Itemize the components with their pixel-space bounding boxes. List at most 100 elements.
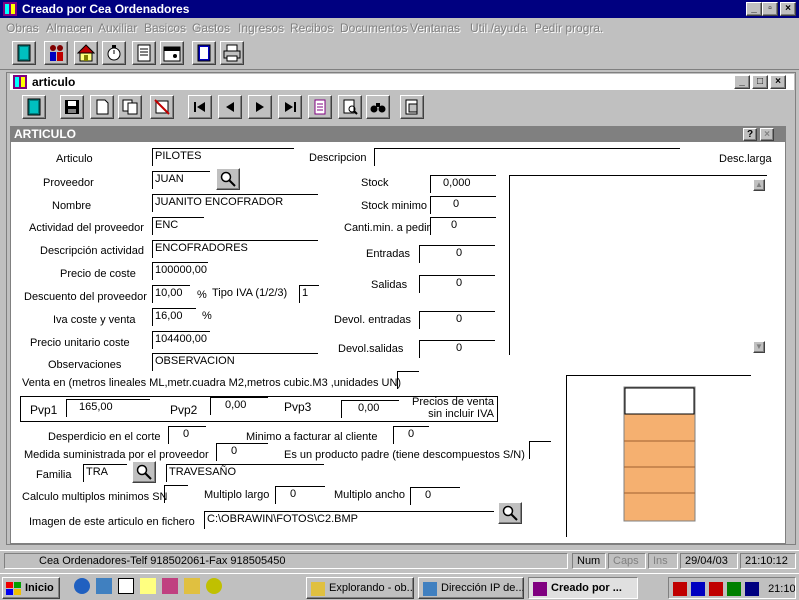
form-close-button[interactable]: ×: [760, 128, 774, 141]
restore-button[interactable]: ▫: [762, 2, 778, 16]
tools-icon[interactable]: [162, 578, 178, 594]
minimize-button[interactable]: _: [746, 2, 762, 16]
preview-icon[interactable]: [338, 95, 362, 119]
pvp1-field[interactable]: 165,00: [66, 399, 150, 417]
imagen-field[interactable]: C:\OBRAWIN\FOTOS\C2.BMP: [204, 511, 494, 529]
child-minimize-button[interactable]: _: [734, 75, 750, 89]
task-direccion-ip[interactable]: Dirección IP de...: [418, 577, 524, 599]
proveedor-field[interactable]: JUAN: [152, 171, 210, 189]
familia-search-button[interactable]: [132, 461, 156, 483]
devol-entradas-field[interactable]: 0: [419, 311, 495, 329]
multiplo-ancho-field[interactable]: 0: [410, 487, 460, 505]
menu-basicos[interactable]: Basicos: [144, 21, 186, 35]
exit-door-icon[interactable]: [22, 95, 46, 119]
cd-icon[interactable]: [206, 578, 222, 594]
menu-ventanas[interactable]: Ventanas: [410, 21, 460, 35]
pvp3-field[interactable]: 0,00: [341, 400, 399, 418]
exit-door-icon[interactable]: [12, 41, 36, 65]
binoculars-icon[interactable]: [366, 95, 390, 119]
pvp2-field[interactable]: 0,00: [210, 397, 268, 415]
child-close-button[interactable]: ×: [770, 75, 786, 89]
printer-icon[interactable]: [220, 41, 244, 65]
task-creado-por[interactable]: Creado por ...: [528, 577, 638, 599]
nombre-label: Nombre: [52, 200, 92, 212]
book-icon[interactable]: [192, 41, 216, 65]
descripcion-field[interactable]: [374, 148, 680, 166]
devol-salidas-field[interactable]: 0: [419, 340, 495, 358]
desktop-icon[interactable]: [96, 578, 112, 594]
precio-unitario-field[interactable]: 104400,00: [152, 331, 210, 349]
descuento-pct-label: %: [197, 289, 207, 301]
child-app-icon[interactable]: [13, 75, 27, 89]
venta-en-field[interactable]: [397, 371, 419, 389]
scroll-up-icon[interactable]: ▲: [753, 179, 765, 191]
tray-icons[interactable]: [673, 582, 759, 596]
articulo-field[interactable]: PILOTES: [152, 148, 294, 166]
salidas-label: Salidas: [371, 279, 408, 291]
notepad-icon[interactable]: [118, 578, 134, 594]
form-title: ARTICULO: [14, 127, 76, 141]
multiplo-largo-field[interactable]: 0: [275, 486, 325, 504]
pen-icon[interactable]: [140, 578, 156, 594]
minimo-facturar-field[interactable]: 0: [393, 426, 429, 444]
proveedor-search-button[interactable]: [216, 168, 240, 190]
task-explorando[interactable]: Explorando - ob...: [306, 577, 414, 599]
report-icon[interactable]: [400, 95, 424, 119]
app-icon[interactable]: [3, 2, 17, 16]
start-button[interactable]: Inicio: [2, 577, 60, 599]
next-record-icon[interactable]: [248, 95, 272, 119]
copy-icon[interactable]: [118, 95, 142, 119]
menu-almacen[interactable]: Almacen: [46, 21, 93, 35]
help-button[interactable]: ?: [743, 128, 757, 141]
status-company: Cea Ordenadores-Telf 918502061-Fax 91850…: [4, 553, 568, 569]
people-icon[interactable]: [44, 41, 68, 65]
iva-field[interactable]: 16,00: [152, 308, 196, 326]
tipo-iva-field[interactable]: 1: [299, 285, 319, 303]
close-button[interactable]: ×: [780, 2, 796, 16]
document-icon[interactable]: [132, 41, 156, 65]
observaciones-field[interactable]: OBSERVACION: [152, 353, 318, 371]
menu-gastos[interactable]: Gastos: [192, 21, 230, 35]
calendar-icon[interactable]: [160, 41, 184, 65]
prev-record-icon[interactable]: [218, 95, 242, 119]
new-doc-icon[interactable]: [90, 95, 114, 119]
delete-icon[interactable]: [150, 95, 174, 119]
canti-min-field[interactable]: 0: [430, 217, 496, 235]
save-icon[interactable]: [60, 95, 84, 119]
folder-icon[interactable]: [184, 578, 200, 594]
desc-actividad-field[interactable]: ENCOFRADORES: [152, 240, 318, 258]
tray-clock: 21:10: [768, 582, 796, 595]
multiplo-largo-label: Multiplo largo: [204, 489, 270, 501]
menu-auxiliar[interactable]: Auxiliar: [98, 21, 137, 35]
menu-util-ayuda[interactable]: Util./ayuda: [470, 21, 527, 35]
stock-field[interactable]: 0,000: [430, 175, 496, 193]
desperdicio-field[interactable]: 0: [168, 426, 206, 444]
menu-documentos[interactable]: Documentos: [340, 21, 407, 35]
last-record-icon[interactable]: [278, 95, 302, 119]
ie-icon[interactable]: [74, 578, 90, 594]
medida-field[interactable]: 0: [216, 443, 268, 461]
precio-coste-field[interactable]: 100000,00: [152, 262, 208, 280]
descuento-field[interactable]: 10,00: [152, 285, 190, 303]
stock-minimo-field[interactable]: 0: [430, 196, 496, 214]
desc-larga-textarea[interactable]: ▲ ▼: [509, 175, 767, 355]
stopwatch-icon[interactable]: [102, 41, 126, 65]
menu-ingresos[interactable]: Ingresos: [238, 21, 284, 35]
list-icon[interactable]: [308, 95, 332, 119]
house-icon[interactable]: [74, 41, 98, 65]
calculo-field[interactable]: [164, 485, 188, 503]
imagen-search-button[interactable]: [498, 502, 522, 524]
menu-pedir-progra[interactable]: Pedir progra.: [534, 21, 603, 35]
entradas-field[interactable]: 0: [419, 245, 495, 263]
first-record-icon[interactable]: [188, 95, 212, 119]
salidas-field[interactable]: 0: [419, 275, 495, 293]
child-maximize-button[interactable]: □: [752, 75, 768, 89]
familia-name-field[interactable]: TRAVESAÑO: [166, 464, 324, 482]
scroll-down-icon[interactable]: ▼: [753, 341, 765, 353]
familia-code-field[interactable]: TRA: [83, 464, 127, 482]
menu-obras[interactable]: Obras: [6, 21, 39, 35]
producto-padre-field[interactable]: [529, 441, 551, 459]
menu-recibos[interactable]: Recibos: [290, 21, 333, 35]
nombre-field[interactable]: JUANITO ENCOFRADOR: [152, 194, 318, 212]
actividad-field[interactable]: ENC: [152, 217, 204, 235]
